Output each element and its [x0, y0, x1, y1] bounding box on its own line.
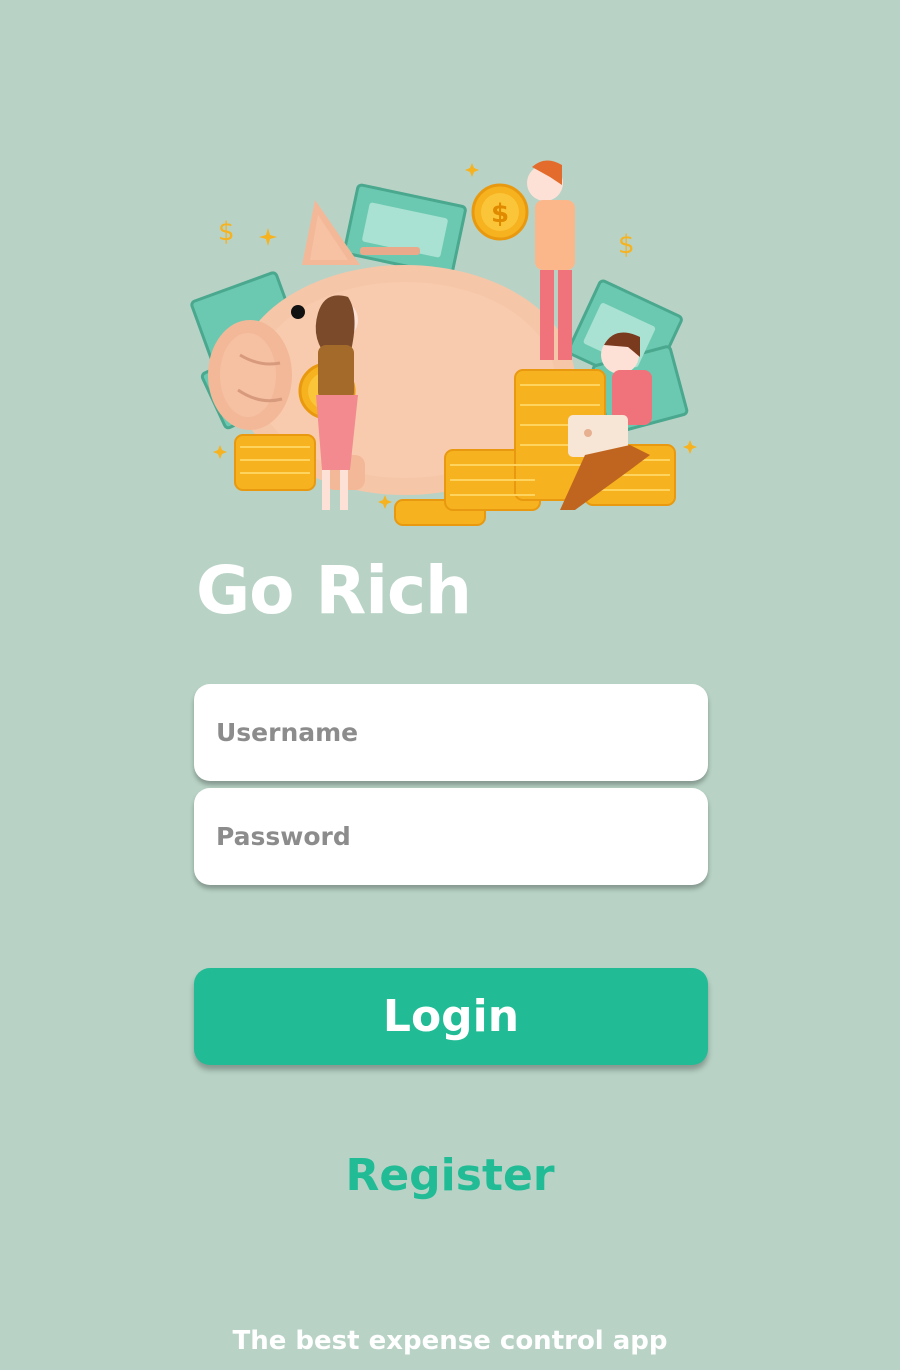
username-field-container — [194, 684, 708, 781]
password-field-container — [194, 788, 708, 885]
piggy-bank-savings-icon: $ $ $ $ — [190, 160, 697, 526]
svg-text:$: $ — [491, 199, 509, 229]
app-tagline: The best expense control app — [232, 1326, 668, 1356]
hero-illustration: $ $ $ $ — [190, 155, 715, 535]
svg-text:$: $ — [218, 217, 235, 247]
app-title: Go Rich — [196, 552, 472, 629]
password-input[interactable] — [194, 788, 708, 885]
login-button[interactable]: Login — [194, 968, 708, 1065]
login-screen: $ $ $ $ — [0, 0, 900, 1370]
register-link[interactable]: Register — [0, 1150, 900, 1203]
username-input[interactable] — [194, 684, 708, 781]
svg-text:$: $ — [618, 230, 635, 260]
